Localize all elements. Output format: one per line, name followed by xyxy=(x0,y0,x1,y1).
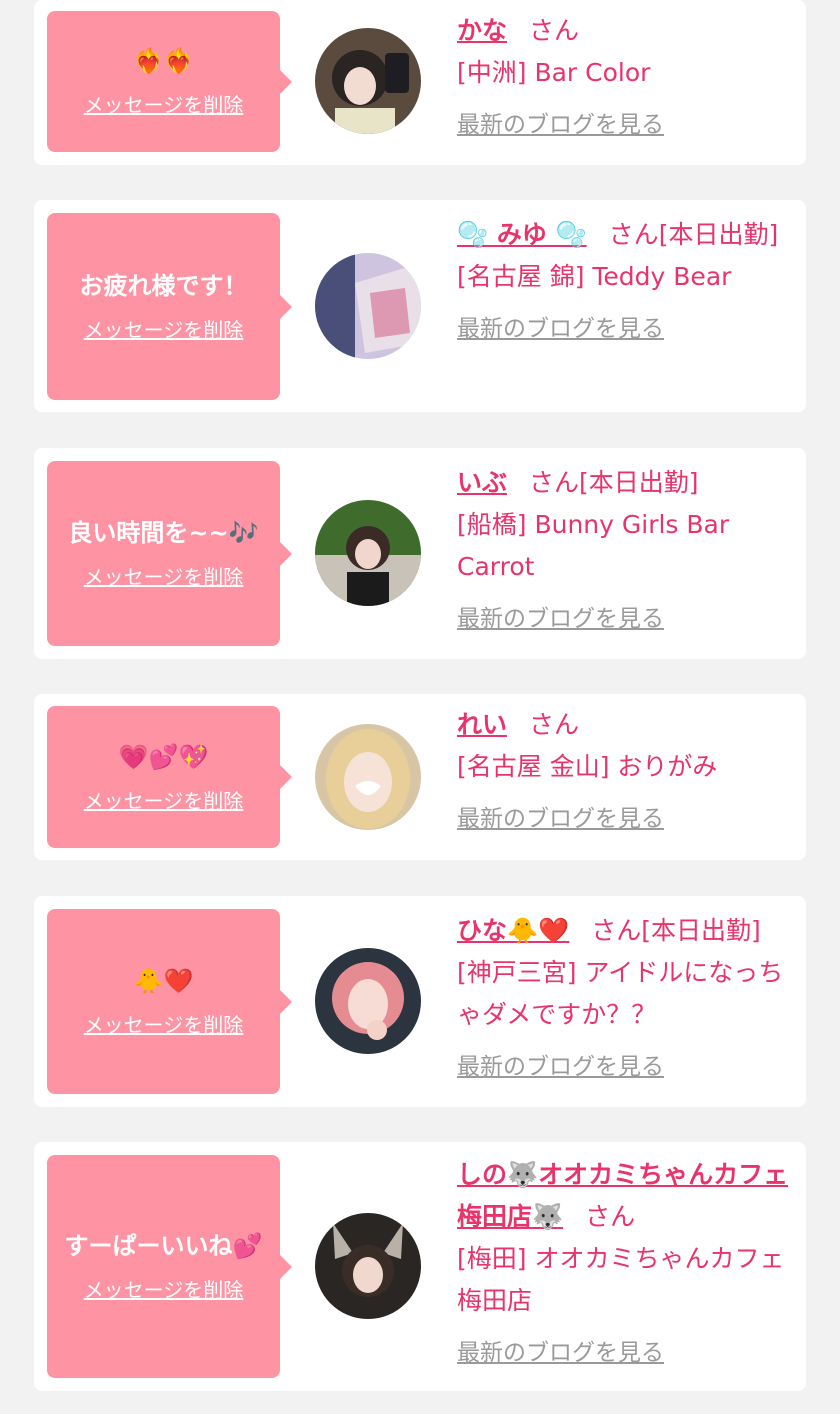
cast-name-link[interactable]: 🫧 みゆ 🫧 xyxy=(457,220,587,249)
message-text: 🐥❤️ xyxy=(133,967,194,995)
message-text: 💗💕💖 xyxy=(118,742,209,771)
delete-message-link[interactable]: メッセージを削除 xyxy=(84,1009,244,1038)
honorific: さん xyxy=(585,1202,636,1231)
message-card: お疲れ様です！ メッセージを削除 🫧 みゆ 🫧 さん[本日出勤] [名古屋 錦] … xyxy=(34,200,806,412)
message-card: 良い時間を~~🎶 メッセージを削除 いぶ さん[本日出勤] [船橋] Bunny … xyxy=(34,448,806,659)
avatar[interactable] xyxy=(315,253,421,359)
latest-blog-link[interactable]: 最新のブログを見る xyxy=(457,1332,802,1374)
profile-info: 🫧 みゆ 🫧 さん[本日出勤] [名古屋 錦] Teddy Bear 最新のブログ… xyxy=(457,214,802,350)
message-card: 🐥❤️ メッセージを削除 ひな🐥❤️ さん[本日出勤] [神戸三宮] アイドルにな… xyxy=(34,896,806,1107)
avatar[interactable] xyxy=(315,500,421,606)
message-card: 💗💕💖 メッセージを削除 れい さん [名古屋 金山] おりがみ 最新のブログを見… xyxy=(34,694,806,860)
honorific: さん xyxy=(529,710,580,739)
honorific: さん xyxy=(591,916,642,945)
shop-area: [中洲] Bar Color xyxy=(457,58,651,87)
delete-message-link[interactable]: メッセージを削除 xyxy=(84,89,244,118)
profile-info: ひな🐥❤️ さん[本日出勤] [神戸三宮] アイドルになっちゃダメですか？？ 最新… xyxy=(457,910,802,1088)
shop-area: [名古屋 金山] おりがみ xyxy=(457,752,718,781)
profile-info: いぶ さん[本日出勤] [船橋] Bunny Girls Bar Carrot 最… xyxy=(457,462,802,640)
message-bubble: 🐥❤️ メッセージを削除 xyxy=(47,909,292,1094)
message-card: すーぱーいいね💕 メッセージを削除 しの🐺オオカミちゃんカフェ梅田店🐺 さん [梅… xyxy=(34,1142,806,1391)
cast-name-link[interactable]: れい xyxy=(457,710,507,739)
message-bubble: 💗💕💖 メッセージを削除 xyxy=(47,706,292,848)
message-text: 良い時間を~~🎶 xyxy=(68,519,259,547)
latest-blog-link[interactable]: 最新のブログを見る xyxy=(457,104,802,146)
latest-blog-link[interactable]: 最新のブログを見る xyxy=(457,308,802,350)
cast-name-link[interactable]: いぶ xyxy=(457,468,507,497)
honorific: さん xyxy=(608,220,659,249)
avatar[interactable] xyxy=(315,948,421,1054)
message-bubble: ❤‍🔥❤‍🔥 メッセージを削除 xyxy=(47,11,292,152)
profile-info: しの🐺オオカミちゃんカフェ梅田店🐺 さん [梅田] オオカミちゃんカフェ梅田店 最… xyxy=(457,1154,802,1374)
message-bubble: 良い時間を~~🎶 メッセージを削除 xyxy=(47,461,292,646)
shop-area: [名古屋 錦] Teddy Bear xyxy=(457,262,732,291)
profile-info: かな さん [中洲] Bar Color 最新のブログを見る xyxy=(457,10,802,146)
delete-message-link[interactable]: メッセージを削除 xyxy=(84,785,244,814)
honorific: さん xyxy=(529,468,580,497)
shop-area: [梅田] オオカミちゃんカフェ梅田店 xyxy=(457,1244,785,1315)
message-card: ❤‍🔥❤‍🔥 メッセージを削除 かな さん [中洲] Bar Color 最新のブ… xyxy=(34,0,806,165)
avatar[interactable] xyxy=(315,724,421,830)
message-text: お疲れ様です！ xyxy=(79,272,248,300)
honorific: さん xyxy=(529,16,580,45)
avatar[interactable] xyxy=(315,1213,421,1319)
work-status: [本日出勤] xyxy=(658,220,779,249)
cast-name-link[interactable]: ひな🐥❤️ xyxy=(457,916,569,945)
delete-message-link[interactable]: メッセージを削除 xyxy=(84,561,244,590)
delete-message-link[interactable]: メッセージを削除 xyxy=(84,1274,244,1303)
latest-blog-link[interactable]: 最新のブログを見る xyxy=(457,1046,802,1088)
delete-message-link[interactable]: メッセージを削除 xyxy=(84,314,244,343)
message-bubble: お疲れ様です！ メッセージを削除 xyxy=(47,213,292,400)
avatar[interactable] xyxy=(315,28,421,134)
message-text: ❤‍🔥❤‍🔥 xyxy=(133,47,194,75)
work-status: [本日出勤] xyxy=(641,916,761,945)
message-bubble: すーぱーいいね💕 メッセージを削除 xyxy=(47,1155,292,1378)
latest-blog-link[interactable]: 最新のブログを見る xyxy=(457,598,802,640)
message-text: すーぱーいいね💕 xyxy=(64,1232,263,1260)
latest-blog-link[interactable]: 最新のブログを見る xyxy=(457,798,802,840)
cast-name-link[interactable]: かな xyxy=(457,16,507,45)
shop-area: [船橋] Bunny Girls Bar Carrot xyxy=(457,510,730,581)
profile-info: れい さん [名古屋 金山] おりがみ 最新のブログを見る xyxy=(457,704,802,840)
work-status: [本日出勤] xyxy=(579,468,699,497)
shop-area: [神戸三宮] アイドルになっちゃダメですか？？ xyxy=(457,958,784,1029)
